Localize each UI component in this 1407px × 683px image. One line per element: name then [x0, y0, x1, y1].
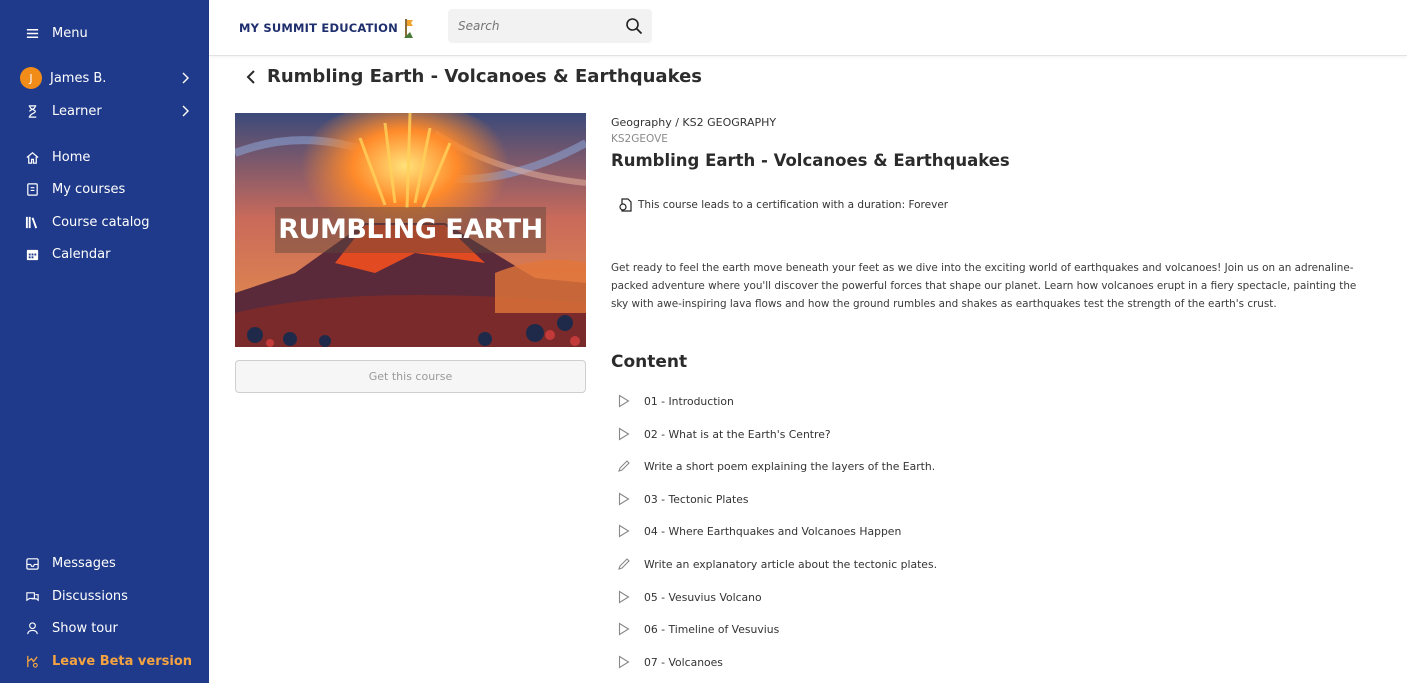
topbar: MY SUMMIT EDUCATION	[209, 0, 1407, 56]
sidebar-item-label: Messages	[52, 555, 116, 571]
play-icon	[618, 524, 630, 538]
book-icon	[24, 181, 40, 197]
page-title: Rumbling Earth - Volcanoes & Earthquakes	[267, 66, 702, 87]
sidebar-item-label: Discussions	[52, 588, 128, 604]
play-icon	[618, 394, 630, 408]
content-item[interactable]: 02 - What is at the Earth's Centre?	[617, 424, 831, 444]
content-item-label: 06 - Timeline of Vesuvius	[644, 622, 780, 636]
avatar: J	[20, 67, 42, 89]
library-icon	[24, 214, 40, 230]
play-icon	[618, 590, 630, 604]
pencil-icon	[618, 460, 630, 472]
content-item-label: 04 - Where Earthquakes and Volcanoes Hap…	[644, 524, 902, 538]
sidebar-item-leave-beta[interactable]: Leave Beta version	[0, 647, 209, 675]
sidebar-item-label: Calendar	[52, 246, 111, 262]
play-icon	[618, 655, 630, 669]
menu-toggle[interactable]: Menu	[0, 19, 209, 47]
discussions-icon	[24, 588, 40, 604]
back-arrow-icon[interactable]	[244, 68, 258, 86]
content-heading: Content	[611, 352, 688, 372]
content-item[interactable]: 06 - Timeline of Vesuvius	[617, 619, 779, 639]
play-icon	[618, 492, 630, 506]
sidebar-item-course-catalog[interactable]: Course catalog	[0, 208, 209, 236]
chevron-right-icon	[182, 105, 189, 117]
sidebar-item-label: Course catalog	[52, 214, 150, 230]
play-icon	[618, 622, 630, 636]
content-item[interactable]: Write a short poem explaining the layers…	[617, 456, 935, 476]
logo-text: MY SUMMIT EDUCATION	[239, 21, 398, 35]
chevron-right-icon	[182, 72, 189, 84]
sidebar-item-show-tour[interactable]: Show tour	[0, 614, 209, 642]
course-image: RUMBLING EARTH	[235, 113, 586, 347]
search-icon[interactable]	[625, 17, 643, 35]
content-item-label: 01 - Introduction	[644, 394, 734, 408]
sidebar-item-my-courses[interactable]: My courses	[0, 175, 209, 203]
pencil-icon	[618, 558, 630, 570]
content-item[interactable]: 04 - Where Earthquakes and Volcanoes Hap…	[617, 521, 901, 541]
sidebar-item-messages[interactable]: Messages	[0, 549, 209, 577]
home-icon	[24, 149, 40, 165]
search-input[interactable]	[458, 19, 618, 33]
summit-flag-icon	[403, 19, 413, 38]
beta-icon	[24, 653, 40, 669]
tour-icon	[24, 620, 40, 636]
menu-label: Menu	[52, 25, 88, 41]
play-icon	[618, 427, 630, 441]
content-item-label: 05 - Vesuvius Volcano	[644, 590, 762, 604]
course-code: KS2GEOVE	[611, 133, 668, 145]
role-label: Learner	[52, 103, 102, 119]
sidebar-item-label: Show tour	[52, 620, 118, 636]
user-menu[interactable]: J James B.	[0, 64, 209, 92]
calendar-icon	[24, 246, 40, 262]
sidebar-item-discussions[interactable]: Discussions	[0, 582, 209, 610]
get-course-button[interactable]: Get this course	[235, 360, 586, 393]
content-item-label: 02 - What is at the Earth's Centre?	[644, 427, 831, 441]
content-item[interactable]: Write an explanatory article about the t…	[617, 554, 937, 574]
content-item[interactable]: 05 - Vesuvius Volcano	[617, 587, 762, 607]
user-name: James B.	[50, 70, 107, 86]
sidebar-item-home[interactable]: Home	[0, 143, 209, 171]
sidebar: Menu J James B. Learner Home My courses …	[0, 0, 209, 683]
hourglass-icon	[24, 103, 40, 119]
certificate-icon	[619, 198, 632, 212]
sidebar-item-calendar[interactable]: Calendar	[0, 240, 209, 268]
sidebar-item-label: Home	[52, 149, 91, 165]
certification-text: This course leads to a certification wit…	[638, 199, 949, 211]
course-title: Rumbling Earth - Volcanoes & Earthquakes	[611, 151, 1010, 170]
sidebar-item-label: My courses	[52, 181, 126, 197]
content-item-label: 03 - Tectonic Plates	[644, 492, 749, 506]
content-item-label: 07 - Volcanoes	[644, 655, 723, 669]
content-item[interactable]: 01 - Introduction	[617, 391, 734, 411]
content-item[interactable]: 07 - Volcanoes	[617, 652, 723, 672]
logo[interactable]: MY SUMMIT EDUCATION	[239, 17, 415, 39]
certification-info: This course leads to a certification wit…	[618, 198, 948, 212]
hamburger-icon	[24, 25, 40, 41]
sidebar-item-label: Leave Beta version	[52, 653, 193, 669]
content-item[interactable]: 03 - Tectonic Plates	[617, 489, 749, 509]
breadcrumb: Geography / KS2 GEOGRAPHY	[611, 116, 777, 129]
messages-icon	[24, 555, 40, 571]
course-description: Get ready to feel the earth move beneath…	[611, 262, 1357, 310]
course-image-title: RUMBLING EARTH	[275, 207, 546, 253]
role-menu[interactable]: Learner	[0, 97, 209, 125]
search-bar	[448, 9, 652, 43]
content-item-label: Write a short poem explaining the layers…	[644, 459, 936, 473]
content-item-label: Write an explanatory article about the t…	[644, 557, 937, 571]
